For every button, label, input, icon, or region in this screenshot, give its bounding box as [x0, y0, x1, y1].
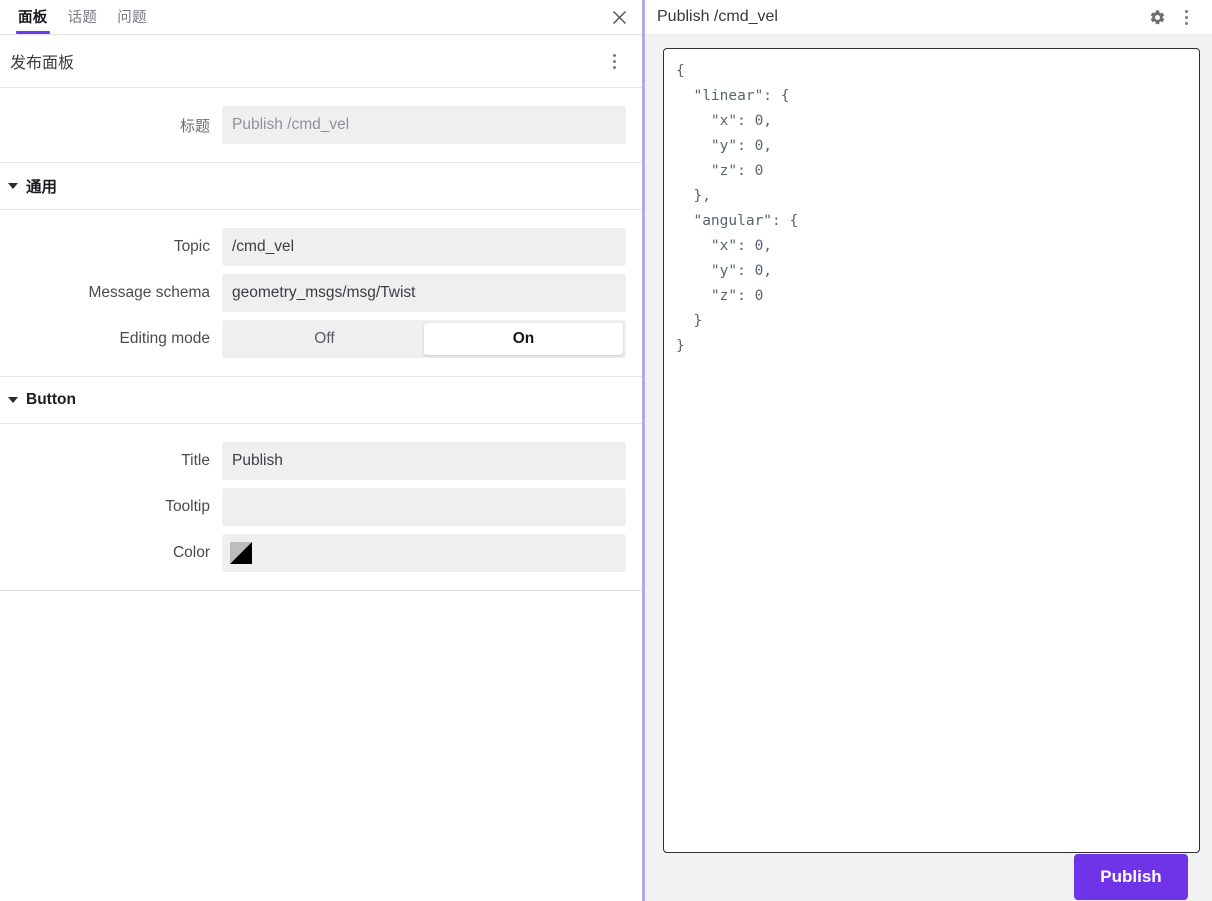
tab-panel[interactable]: 面板 — [8, 0, 58, 33]
field-control-button-color — [222, 534, 626, 572]
section-header-general[interactable]: 通用 — [0, 162, 642, 210]
field-label-title: 标题 — [0, 115, 222, 136]
publish-panel-footer: Publish — [663, 853, 1200, 901]
spacer — [0, 424, 642, 438]
section-divider — [0, 590, 642, 591]
tab-label: 面板 — [18, 6, 48, 27]
button-title-input[interactable]: Publish — [222, 442, 626, 480]
kebab-menu-icon[interactable] — [1174, 5, 1198, 29]
spacer — [0, 210, 642, 224]
tab-label: 话题 — [68, 6, 98, 27]
close-icon[interactable] — [606, 4, 632, 30]
kebab-menu-icon[interactable] — [602, 49, 626, 73]
section-header-button[interactable]: Button — [0, 376, 642, 424]
section-title: Button — [26, 391, 76, 409]
gear-icon[interactable] — [1144, 4, 1170, 30]
message-json-text: { "linear": { "x": 0, "y": 0, "z": 0 }, … — [676, 59, 1187, 359]
tab-topics[interactable]: 话题 — [58, 0, 108, 33]
publish-panel: Publish /cmd_vel { "linear": { "x": 0, "… — [645, 0, 1212, 901]
spacer — [0, 362, 642, 376]
field-row-button-title: Title Publish — [0, 438, 642, 484]
field-label-button-title: Title — [0, 452, 222, 470]
field-control-title: Publish /cmd_vel — [222, 106, 626, 144]
field-row-button-tooltip: Tooltip — [0, 484, 642, 530]
settings-panel: 面板 话题 问题 发布面板 — [0, 0, 642, 901]
button-tooltip-input[interactable] — [222, 488, 626, 526]
field-control-editing-mode: Off On — [222, 320, 626, 358]
field-row-topic: Topic /cmd_vel — [0, 224, 642, 270]
spacer — [0, 576, 642, 590]
page-title: 发布面板 — [10, 49, 602, 73]
chevron-down-icon — [8, 397, 18, 403]
message-json-editor[interactable]: { "linear": { "x": 0, "y": 0, "z": 0 }, … — [663, 48, 1200, 853]
field-row-editing-mode: Editing mode Off On — [0, 316, 642, 362]
kebab-dot — [1185, 10, 1188, 13]
publish-panel-body: { "linear": { "x": 0, "y": 0, "z": 0 }, … — [645, 34, 1212, 901]
field-label-editing-mode: Editing mode — [0, 330, 222, 348]
field-label-button-tooltip: Tooltip — [0, 498, 222, 516]
field-label-topic: Topic — [0, 238, 222, 256]
app-root: 面板 话题 问题 发布面板 — [0, 0, 1212, 901]
panel-header: 发布面板 — [0, 35, 642, 88]
field-label-button-color: Color — [0, 544, 222, 562]
tab-list: 面板 话题 问题 — [0, 0, 157, 33]
field-row-button-color: Color — [0, 530, 642, 576]
field-control-topic: /cmd_vel — [222, 228, 626, 266]
editing-mode-option-off[interactable]: Off — [225, 323, 424, 355]
kebab-dot — [613, 60, 616, 63]
message-schema-input[interactable]: geometry_msgs/msg/Twist — [222, 274, 626, 312]
section-title: 通用 — [26, 175, 57, 197]
topic-input[interactable]: /cmd_vel — [222, 228, 626, 266]
panel-title-input[interactable]: Publish /cmd_vel — [222, 106, 626, 144]
tab-problems[interactable]: 问题 — [107, 0, 157, 33]
chevron-down-icon — [8, 183, 18, 189]
editing-mode-toggle[interactable]: Off On — [222, 320, 626, 358]
publish-panel-header: Publish /cmd_vel — [645, 0, 1212, 34]
kebab-dot — [1185, 22, 1188, 25]
publish-panel-title: Publish /cmd_vel — [657, 8, 1144, 26]
field-control-button-tooltip — [222, 488, 626, 526]
field-control-button-title: Publish — [222, 442, 626, 480]
settings-form: 标题 Publish /cmd_vel 通用 Topic /cmd_vel Me… — [0, 88, 642, 901]
tab-label: 问题 — [117, 6, 147, 27]
kebab-dot — [1185, 16, 1188, 19]
spacer — [0, 148, 642, 162]
field-control-message-schema: geometry_msgs/msg/Twist — [222, 274, 626, 312]
publish-button[interactable]: Publish — [1074, 854, 1188, 900]
button-color-picker[interactable] — [222, 534, 626, 572]
field-row-title: 标题 Publish /cmd_vel — [0, 102, 642, 148]
kebab-dot — [613, 66, 616, 69]
panel-tabbar: 面板 话题 问题 — [0, 0, 642, 35]
color-swatch-icon — [230, 542, 252, 564]
kebab-dot — [613, 54, 616, 57]
spacer — [0, 88, 642, 102]
field-label-message-schema: Message schema — [0, 284, 222, 302]
editing-mode-option-on[interactable]: On — [424, 323, 623, 355]
field-row-message-schema: Message schema geometry_msgs/msg/Twist — [0, 270, 642, 316]
